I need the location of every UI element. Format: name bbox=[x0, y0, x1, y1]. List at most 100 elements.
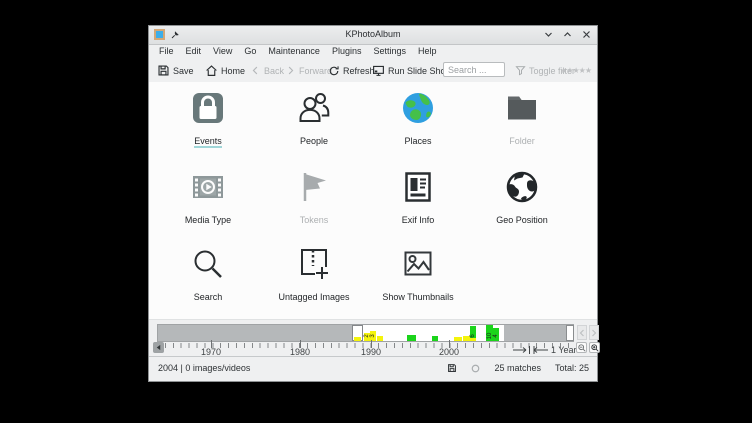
lock-icon bbox=[190, 90, 226, 126]
menu-go[interactable]: Go bbox=[238, 45, 262, 58]
datebar-histogram-bar bbox=[432, 336, 438, 341]
chevron-left-icon bbox=[250, 65, 261, 76]
funnel-icon bbox=[515, 65, 526, 76]
datebar-bar-count: 6 bbox=[470, 334, 476, 337]
datebar-prev-button[interactable] bbox=[577, 325, 587, 340]
datebar-histogram-bar bbox=[463, 336, 470, 341]
datebar-zoom-in-button[interactable] bbox=[589, 342, 600, 353]
search-input[interactable] bbox=[443, 62, 505, 77]
category-label: Exif Info bbox=[402, 215, 435, 225]
menu-view[interactable]: View bbox=[207, 45, 238, 58]
category-exif-info[interactable]: Exif Info bbox=[370, 169, 466, 228]
window-title: KPhotoAlbum bbox=[149, 26, 597, 43]
statusbar: 2004 | 0 images/videos 25 matches Total:… bbox=[149, 356, 597, 381]
home-icon bbox=[205, 64, 218, 77]
category-label: Media Type bbox=[185, 215, 231, 225]
category-events[interactable]: Events bbox=[160, 90, 256, 149]
close-button[interactable] bbox=[582, 30, 591, 39]
datebar-histogram-bar bbox=[454, 337, 462, 341]
rating-filter-stars[interactable]: ★★★★★ bbox=[560, 58, 591, 83]
category-browser: Events People Places bbox=[149, 82, 597, 319]
globe-color-icon bbox=[400, 90, 436, 126]
menu-file[interactable]: File bbox=[153, 45, 180, 58]
filmstrip-icon bbox=[190, 169, 226, 205]
datebar-strip[interactable]: 236104 bbox=[157, 324, 574, 342]
datebar-bar-count: 4 bbox=[493, 334, 499, 337]
globe-mono-icon bbox=[504, 169, 540, 205]
refresh-button[interactable]: Refresh bbox=[328, 58, 375, 83]
zoom-out-icon bbox=[578, 344, 586, 352]
chevron-right-icon bbox=[591, 329, 597, 337]
thumbnails-icon bbox=[400, 246, 436, 282]
datebar-bar-count: 10 bbox=[487, 333, 493, 340]
maximize-button[interactable] bbox=[563, 30, 572, 39]
chevron-right-icon bbox=[285, 65, 296, 76]
forward-button[interactable]: Forward bbox=[285, 58, 332, 83]
datebar-histogram-bar: 4 bbox=[493, 328, 499, 341]
datebar-histogram-bar bbox=[354, 337, 361, 341]
category-show-thumbnails[interactable]: Show Thumbnails bbox=[370, 246, 466, 305]
floppy-icon bbox=[157, 64, 170, 77]
category-tokens[interactable]: Tokens bbox=[266, 169, 362, 228]
category-label: Untagged Images bbox=[278, 292, 349, 302]
menu-settings[interactable]: Settings bbox=[367, 45, 412, 58]
arrow-to-bar-icon bbox=[513, 346, 531, 354]
datebar-bar-count: 3 bbox=[370, 334, 376, 337]
flag-icon bbox=[296, 169, 332, 205]
refresh-icon bbox=[328, 65, 340, 77]
datebar-bar-base bbox=[470, 338, 476, 341]
save-button[interactable]: Save bbox=[157, 58, 194, 83]
category-people[interactable]: People bbox=[266, 90, 362, 149]
left-arrow-icon bbox=[155, 344, 162, 351]
category-media-type[interactable]: Media Type bbox=[160, 169, 256, 228]
folder-icon bbox=[504, 90, 540, 126]
datebar-next-button[interactable] bbox=[589, 325, 599, 340]
category-geo-position[interactable]: Geo Position bbox=[474, 169, 570, 228]
toolbar: Save Home Back Forward Refresh bbox=[149, 58, 597, 84]
chevron-left-icon bbox=[579, 329, 585, 337]
datebar-scroll-left-button[interactable] bbox=[153, 342, 164, 353]
bar-to-arrow-icon bbox=[533, 346, 549, 354]
category-label: Events bbox=[194, 136, 222, 148]
datebar-histogram-bar: 10 bbox=[486, 325, 493, 341]
datebar-unit-label: 1 Year bbox=[551, 345, 577, 355]
datebar-histogram-bar bbox=[377, 336, 383, 341]
category-label: Show Thumbnails bbox=[382, 292, 453, 302]
menubar: File Edit View Go Maintenance Plugins Se… bbox=[149, 45, 597, 58]
category-label: Places bbox=[404, 136, 431, 146]
progress-circle-icon bbox=[471, 364, 480, 373]
category-label: Folder bbox=[509, 136, 535, 146]
people-icon bbox=[296, 90, 332, 126]
datebar-zoom-out-button[interactable] bbox=[576, 342, 587, 353]
minimize-button[interactable] bbox=[544, 30, 553, 39]
untagged-icon bbox=[296, 246, 332, 282]
category-search[interactable]: Search bbox=[160, 246, 256, 305]
datebar-histogram-bar bbox=[407, 335, 416, 341]
datebar-histogram-bar: 6 bbox=[470, 326, 476, 341]
status-matches: 25 matches bbox=[494, 363, 541, 373]
magnifier-icon bbox=[190, 246, 226, 282]
refresh-label: Refresh bbox=[343, 66, 375, 76]
status-total: Total: 25 bbox=[555, 363, 589, 373]
home-button[interactable]: Home bbox=[205, 58, 245, 83]
category-folder[interactable]: Folder bbox=[474, 90, 570, 149]
category-untagged-images[interactable]: Untagged Images bbox=[266, 246, 362, 305]
menu-plugins[interactable]: Plugins bbox=[326, 45, 368, 58]
back-label: Back bbox=[264, 66, 284, 76]
menu-maintenance[interactable]: Maintenance bbox=[262, 45, 326, 58]
menu-help[interactable]: Help bbox=[412, 45, 443, 58]
titlebar[interactable]: KPhotoAlbum bbox=[149, 26, 597, 45]
save-label: Save bbox=[173, 66, 194, 76]
zoom-in-icon bbox=[591, 344, 599, 352]
datebar-unit-indicator: 1 Year bbox=[513, 345, 577, 355]
category-label: Search bbox=[194, 292, 223, 302]
category-places[interactable]: Places bbox=[370, 90, 466, 149]
slideshow-icon bbox=[372, 64, 385, 77]
category-label: People bbox=[300, 136, 328, 146]
kphotoalbum-window: KPhotoAlbum File Edit View Go Maintenanc… bbox=[148, 25, 598, 382]
run-slideshow-button[interactable]: Run Slide Show bbox=[372, 58, 452, 83]
menu-edit[interactable]: Edit bbox=[180, 45, 208, 58]
back-button[interactable]: Back bbox=[250, 58, 284, 83]
home-label: Home bbox=[221, 66, 245, 76]
exif-doc-icon bbox=[400, 169, 436, 205]
